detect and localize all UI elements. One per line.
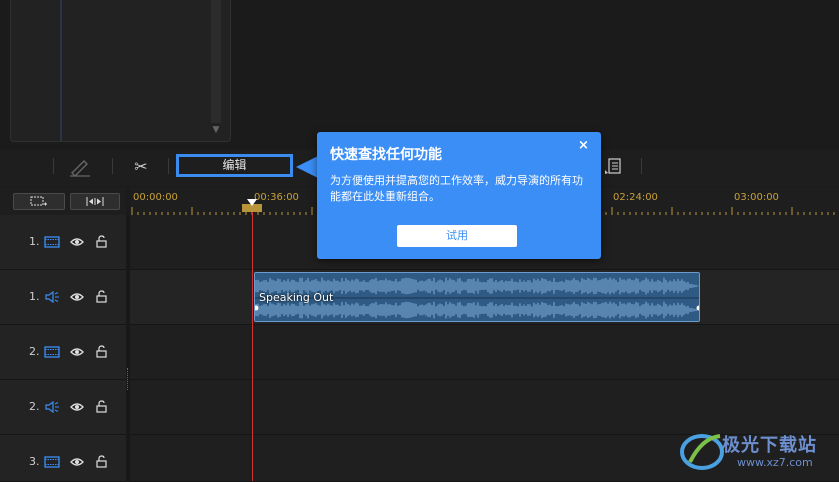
popup-pointer: [296, 156, 318, 178]
popup-title: 快速查找任何功能: [330, 147, 442, 163]
eye-icon[interactable]: [70, 237, 84, 247]
fit-timeline-button[interactable]: [70, 193, 120, 210]
unlock-icon[interactable]: [96, 455, 107, 468]
media-library-panel: [10, 0, 231, 142]
track-header-audio-2[interactable]: [0, 380, 126, 435]
scissors-icon[interactable]: ✂: [131, 157, 151, 177]
popup-description: 为方便使用并提高您的工作效率，威力导演的所有功能都在此处重新组合。: [330, 174, 583, 203]
unlock-icon[interactable]: [96, 290, 107, 303]
track-number: 2.: [29, 345, 40, 358]
time-label: 00:00:00: [133, 192, 178, 203]
eye-icon[interactable]: [70, 457, 84, 467]
toolbar-separator: [641, 158, 642, 174]
track-manager-button[interactable]: [13, 193, 65, 210]
preview-area: [231, 0, 839, 150]
eye-icon[interactable]: [70, 402, 84, 412]
track-header-audio-1[interactable]: [0, 270, 126, 325]
pen-icon[interactable]: [68, 157, 92, 177]
track-number: 3.: [29, 455, 40, 468]
video-track-icon[interactable]: [44, 456, 60, 468]
edit-button[interactable]: 编辑: [176, 154, 293, 177]
toolbar-separator: [168, 158, 169, 174]
track-header-video-3[interactable]: [0, 435, 126, 482]
try-button[interactable]: 试用: [397, 225, 517, 247]
scroll-down-arrow-icon[interactable]: ▼: [211, 124, 221, 136]
playhead-marker-icon[interactable]: [241, 199, 263, 213]
toolbar-separator: [112, 158, 113, 174]
library-divider: [60, 0, 62, 141]
track-lane-video-2[interactable]: [130, 325, 839, 380]
watermark-title: 极光下载站: [722, 435, 817, 456]
unlock-icon[interactable]: [96, 345, 107, 358]
clip-label: Speaking Out: [259, 291, 334, 304]
eye-icon[interactable]: [70, 292, 84, 302]
eye-icon[interactable]: [70, 347, 84, 357]
playhead-line: [252, 205, 253, 481]
track-header-video-1[interactable]: [0, 215, 126, 270]
track-number: 1.: [29, 235, 40, 248]
audio-track-icon[interactable]: [44, 291, 60, 303]
unlock-icon[interactable]: [96, 235, 107, 248]
video-track-icon[interactable]: [44, 236, 60, 248]
track-number: 1.: [29, 290, 40, 303]
unlock-icon[interactable]: [96, 400, 107, 413]
watermark-url: www.xz7.com: [737, 456, 813, 469]
fit-timeline-icon: [86, 197, 104, 206]
library-scrollbar[interactable]: [211, 0, 221, 123]
resize-grip[interactable]: [127, 368, 130, 390]
close-icon[interactable]: ×: [578, 138, 589, 153]
toolbar-separator: [53, 158, 54, 174]
time-label: 03:00:00: [734, 192, 779, 203]
document-list-icon[interactable]: [603, 156, 623, 176]
audio-track-icon[interactable]: [44, 401, 60, 413]
track-number: 2.: [29, 400, 40, 413]
track-header-divider[interactable]: [126, 215, 130, 481]
video-track-icon[interactable]: [44, 346, 60, 358]
track-header-video-2[interactable]: [0, 325, 126, 380]
track-lane-audio-2[interactable]: [130, 380, 839, 435]
time-label: 02:24:00: [613, 192, 658, 203]
track-manager-icon: [30, 196, 47, 206]
